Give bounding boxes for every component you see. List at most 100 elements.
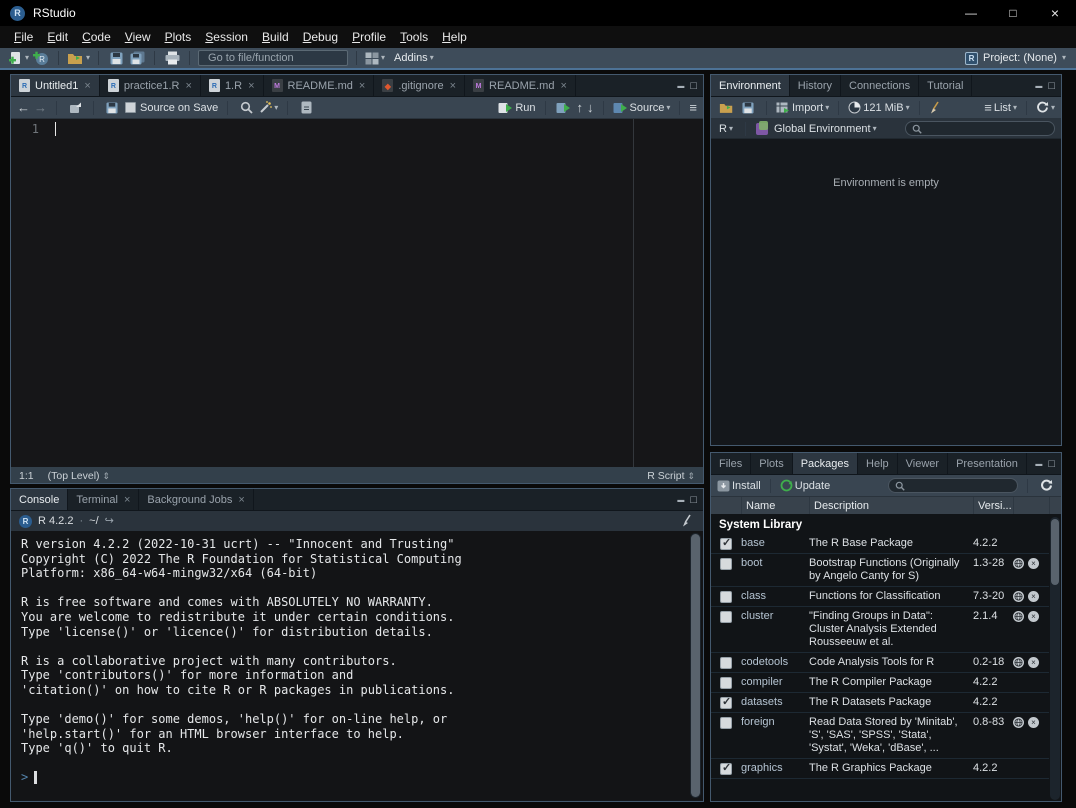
pane-maximize-icon[interactable]: □ — [690, 80, 697, 92]
environment-tab[interactable]: Connections — [841, 75, 919, 96]
environment-selector[interactable]: Global Environment ▾ — [756, 120, 877, 138]
source-tab[interactable]: README.md × — [465, 75, 576, 96]
install-packages-button[interactable]: Install — [717, 477, 761, 495]
packages-search-input[interactable] — [909, 480, 1011, 491]
tab-close-icon[interactable]: × — [359, 80, 365, 92]
menu-item[interactable]: Build — [255, 28, 296, 46]
package-name-link[interactable]: datasets — [741, 696, 809, 709]
header-description-column[interactable]: Description — [809, 497, 973, 514]
source-button[interactable]: Source ▾ — [613, 99, 671, 117]
r-version-label[interactable]: R 4.2.2 — [38, 515, 73, 527]
package-website-icon[interactable] — [1013, 657, 1024, 668]
console-tab[interactable]: Terminal × — [68, 489, 139, 510]
find-replace-button[interactable] — [237, 99, 255, 117]
source-tab[interactable]: 1.R × — [201, 75, 264, 96]
project-selector[interactable]: R Project: (None) ▾ — [965, 52, 1066, 65]
scope-selector[interactable]: (Top Level) ⇕ — [48, 470, 110, 482]
working-directory[interactable]: ~/ — [89, 515, 98, 527]
menu-item[interactable]: Tools — [393, 28, 435, 46]
pane-maximize-icon[interactable]: □ — [690, 494, 697, 506]
addins-button[interactable]: Addins ▾ — [394, 49, 434, 67]
window-minimize-button[interactable]: — — [950, 0, 992, 26]
package-remove-icon[interactable]: × — [1028, 591, 1039, 602]
package-website-icon[interactable] — [1013, 558, 1024, 569]
packages-scrollbar-thumb[interactable] — [1051, 519, 1059, 585]
package-loaded-checkbox[interactable] — [720, 538, 732, 550]
console-scrollbar-thumb[interactable] — [691, 534, 700, 797]
package-remove-icon[interactable]: × — [1028, 611, 1039, 622]
list-view-button[interactable]: ≡ List ▾ — [984, 99, 1017, 117]
package-name-link[interactable]: codetools — [741, 656, 809, 669]
pane-minimize-icon[interactable]: ▬ — [677, 497, 684, 504]
source-tab[interactable]: Untitled1 × — [11, 75, 100, 96]
environment-search[interactable] — [905, 121, 1055, 136]
packages-pane-tab[interactable]: Presentation — [948, 453, 1027, 474]
packages-pane-tab[interactable]: Files — [711, 453, 751, 474]
package-loaded-checkbox[interactable] — [720, 763, 732, 775]
tab-close-icon[interactable]: × — [560, 80, 566, 92]
package-name-link[interactable]: foreign — [741, 716, 809, 755]
menu-item[interactable]: Debug — [296, 28, 345, 46]
package-loaded-checkbox[interactable] — [720, 591, 732, 603]
packages-pane-tab[interactable]: Plots — [751, 453, 792, 474]
environment-tab[interactable]: Environment — [711, 75, 790, 96]
package-name-link[interactable]: class — [741, 590, 809, 603]
goto-directory-icon[interactable]: ↪ — [105, 516, 114, 527]
package-loaded-checkbox[interactable] — [720, 558, 732, 570]
source-on-save-checkbox[interactable] — [125, 102, 136, 113]
menu-item[interactable]: Edit — [40, 28, 75, 46]
popout-window-button[interactable] — [66, 99, 84, 117]
menu-item[interactable]: Help — [435, 28, 474, 46]
memory-usage-button[interactable]: 121 MiB ▾ — [848, 99, 909, 117]
console-tab[interactable]: Console — [11, 489, 68, 510]
load-workspace-button[interactable] — [717, 99, 735, 117]
print-button[interactable] — [163, 49, 181, 67]
rerun-button[interactable] — [555, 99, 573, 117]
package-loaded-checkbox[interactable] — [720, 697, 732, 709]
language-selector[interactable]: R ▾ — [717, 120, 735, 138]
environment-tab[interactable]: History — [790, 75, 841, 96]
source-tab[interactable]: README.md × — [264, 75, 375, 96]
import-dataset-button[interactable]: Import ▾ — [776, 99, 829, 117]
refresh-environment-button[interactable]: ▾ — [1036, 99, 1055, 117]
package-website-icon[interactable] — [1013, 591, 1024, 602]
packages-pane-tab[interactable]: Packages — [793, 453, 858, 474]
package-name-link[interactable]: graphics — [741, 762, 809, 775]
package-loaded-checkbox[interactable] — [720, 717, 732, 729]
packages-search[interactable] — [888, 478, 1018, 493]
tab-close-icon[interactable]: × — [124, 494, 130, 506]
window-close-button[interactable]: × — [1034, 0, 1076, 26]
code-tools-button[interactable]: ▾ — [259, 99, 278, 117]
save-all-button[interactable] — [128, 49, 146, 67]
save-button[interactable] — [107, 49, 125, 67]
code-editor[interactable]: 1 — [11, 119, 703, 467]
package-name-link[interactable]: base — [741, 537, 809, 550]
filetype-selector[interactable]: R Script ⇕ — [647, 470, 695, 482]
tab-close-icon[interactable]: × — [248, 80, 254, 92]
header-version-column[interactable]: Versi... — [973, 497, 1013, 514]
console-tab[interactable]: Background Jobs × — [139, 489, 253, 510]
back-button[interactable]: ← — [17, 101, 30, 114]
package-loaded-checkbox[interactable] — [720, 677, 732, 689]
menu-item[interactable]: View — [118, 28, 158, 46]
package-website-icon[interactable] — [1013, 611, 1024, 622]
update-packages-button[interactable]: Update — [780, 477, 830, 495]
tab-close-icon[interactable]: × — [186, 80, 192, 92]
console-scrollbar[interactable] — [690, 533, 701, 798]
console-prompt[interactable]: > — [21, 770, 693, 785]
packages-pane-tab[interactable]: Help — [858, 453, 898, 474]
package-loaded-checkbox[interactable] — [720, 611, 732, 623]
menu-item[interactable]: Plots — [158, 28, 199, 46]
console-output[interactable]: R version 4.2.2 (2022-10-31 ucrt) -- "In… — [11, 531, 703, 800]
package-name-link[interactable]: compiler — [741, 676, 809, 689]
menu-item[interactable]: Session — [198, 28, 255, 46]
environment-tab[interactable]: Tutorial — [919, 75, 972, 96]
package-website-icon[interactable] — [1013, 717, 1024, 728]
packages-pane-tab[interactable]: Viewer — [898, 453, 948, 474]
refresh-packages-button[interactable] — [1037, 477, 1055, 495]
document-outline-button[interactable]: ≡ — [689, 101, 697, 114]
go-previous-section-button[interactable]: ↑ — [577, 101, 584, 114]
tab-close-icon[interactable]: × — [238, 494, 244, 506]
package-remove-icon[interactable]: × — [1028, 558, 1039, 569]
environment-search-input[interactable] — [926, 123, 1048, 134]
